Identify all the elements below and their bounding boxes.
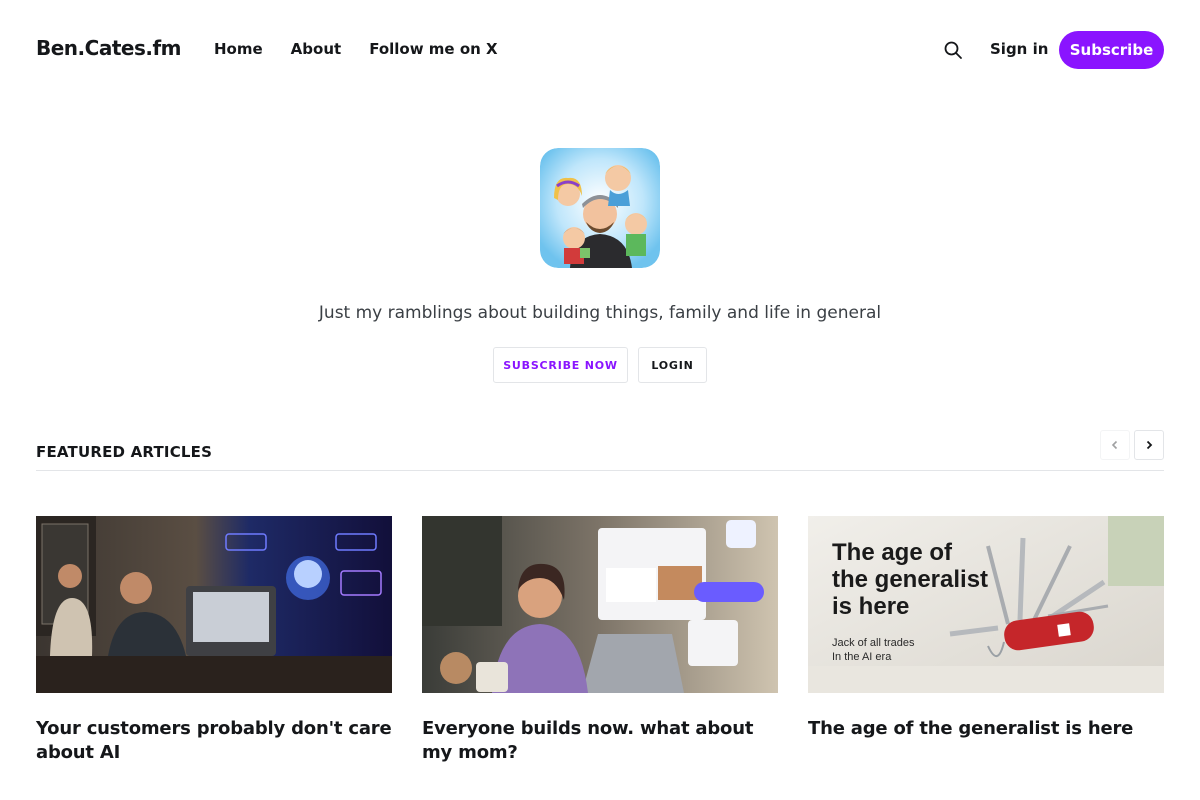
image-subline: In the AI era [832, 651, 892, 663]
carousel-next-button[interactable] [1134, 430, 1164, 460]
login-button[interactable]: LOGIN [638, 347, 707, 383]
search-icon [944, 41, 962, 59]
chevron-right-icon [1146, 440, 1153, 450]
chevron-left-icon [1111, 440, 1118, 450]
image-headline-line: is here [832, 593, 909, 620]
site-logo [540, 148, 660, 268]
article-title[interactable]: Everyone builds now. what about my mom? [422, 717, 778, 765]
article-title[interactable]: The age of the generalist is here [808, 717, 1164, 741]
nav-item-about[interactable]: About [291, 40, 342, 58]
search-button[interactable] [941, 38, 965, 62]
carousel-controls [1100, 430, 1164, 460]
image-headline-line: The age of [832, 539, 953, 566]
site-header: Ben.Cates.fm Home About Follow me on X S… [0, 0, 1200, 100]
sign-in-link[interactable]: Sign in [990, 40, 1048, 58]
featured-header: FEATURED ARTICLES [36, 430, 1164, 471]
subscribe-button[interactable]: Subscribe [1059, 31, 1164, 69]
featured-title: FEATURED ARTICLES [36, 443, 213, 461]
nav-item-follow-x[interactable]: Follow me on X [369, 40, 497, 58]
main-nav: Home About Follow me on X [214, 40, 498, 58]
article-image[interactable]: The age of the generalist is here Jack o… [808, 516, 1164, 693]
article-card[interactable]: Your customers probably don't care about… [36, 516, 392, 765]
article-card[interactable]: The age of the generalist is here Jack o… [808, 516, 1164, 765]
featured-articles-list: Your customers probably don't care about… [36, 516, 1164, 765]
site-brand[interactable]: Ben.Cates.fm [36, 36, 182, 60]
image-subline: Jack of all trades [832, 637, 915, 649]
carousel-prev-button[interactable] [1100, 430, 1130, 460]
site-tagline: Just my ramblings about building things,… [318, 303, 882, 323]
image-headline-line: the generalist [832, 566, 988, 593]
subscribe-now-button[interactable]: SUBSCRIBE NOW [493, 347, 628, 383]
nav-item-home[interactable]: Home [214, 40, 263, 58]
article-card[interactable]: Everyone builds now. what about my mom? [422, 516, 778, 765]
article-image[interactable] [36, 516, 392, 693]
article-image[interactable] [422, 516, 778, 693]
article-title[interactable]: Your customers probably don't care about… [36, 717, 392, 765]
hero-actions: SUBSCRIBE NOW LOGIN [493, 347, 707, 383]
